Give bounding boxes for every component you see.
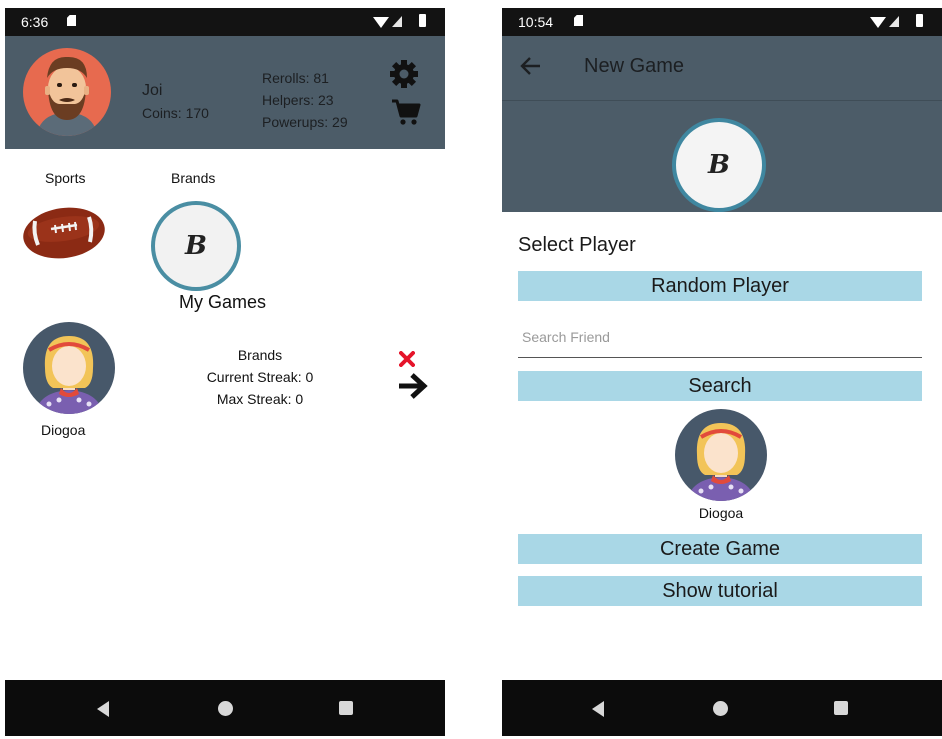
wifi-icon — [870, 17, 886, 28]
category-label-brands: Brands — [171, 170, 216, 186]
game-info: Brands Current Streak: 0 Max Streak: 0 — [175, 344, 345, 410]
back-nav-icon[interactable] — [592, 701, 604, 717]
arrow-right-icon[interactable] — [397, 372, 429, 405]
profile-header: Joi Coins: 170 Rerolls: 81 Helpers: 23 P… — [5, 36, 445, 149]
player-name: Joi — [142, 82, 163, 99]
status-time: 6:36 — [21, 14, 49, 30]
powerups-count: Powerups: 29 — [262, 114, 348, 130]
bearded-man-icon — [37, 56, 97, 136]
wifi-icon — [373, 17, 389, 28]
coins-count: Coins: 170 — [142, 105, 209, 121]
brands-badge-letter: B — [185, 231, 207, 261]
brands-badge[interactable]: B — [151, 201, 241, 291]
delete-game-icon[interactable] — [399, 351, 415, 372]
game-category: Brands — [237, 347, 283, 363]
status-time: 10:54 — [518, 14, 554, 30]
category-label-sports: Sports — [45, 170, 86, 186]
status-bar: 10:54 — [502, 8, 942, 36]
screen-title: New Game — [584, 55, 685, 77]
signal-icon — [889, 16, 899, 27]
home-screen: 6:36 Joi Coins: 170 Rerolls: 81 Helpers:… — [5, 8, 445, 736]
user-avatar[interactable] — [23, 48, 111, 136]
category-badge: B — [672, 118, 766, 212]
navigation-bar — [5, 680, 445, 736]
status-bar: 6:36 — [5, 8, 445, 36]
woman-avatar-icon — [675, 409, 767, 501]
sd-card-icon — [67, 15, 76, 26]
create-game-button[interactable]: Create Game — [518, 534, 922, 564]
category-badge-letter: B — [708, 150, 730, 180]
sd-card-icon — [574, 15, 583, 26]
random-player-button[interactable]: Random Player — [518, 271, 922, 301]
max-streak: Max Streak: 0 — [216, 391, 304, 407]
signal-icon — [392, 16, 402, 27]
gear-icon[interactable] — [389, 59, 419, 94]
opponent-avatar[interactable] — [23, 322, 115, 419]
home-nav-icon[interactable] — [218, 701, 233, 716]
opponent-name: Diogoa — [41, 422, 86, 438]
navigation-bar — [502, 680, 942, 736]
player-avatar[interactable] — [675, 409, 767, 506]
woman-avatar-icon — [23, 322, 115, 414]
my-games-title: My Games — [179, 292, 267, 312]
search-button[interactable]: Search — [518, 371, 922, 401]
new-game-screen: 10:54 New Game B Select Player Random Pl… — [502, 8, 942, 736]
cart-icon[interactable] — [391, 98, 421, 131]
player-name-label: Diogoa — [698, 505, 744, 521]
current-streak: Current Streak: 0 — [206, 369, 314, 385]
football-icon[interactable] — [21, 204, 107, 267]
rerolls-count: Rerolls: 81 — [262, 70, 329, 86]
battery-icon — [916, 14, 923, 27]
search-friend-input[interactable] — [518, 316, 922, 358]
select-player-label: Select Player — [518, 234, 636, 256]
recents-nav-icon[interactable] — [339, 701, 353, 715]
show-tutorial-button[interactable]: Show tutorial — [518, 576, 922, 606]
app-bar-divider — [502, 100, 942, 101]
battery-icon — [419, 14, 426, 27]
app-bar: New Game B — [502, 36, 942, 212]
home-nav-icon[interactable] — [713, 701, 728, 716]
back-arrow-icon[interactable] — [520, 56, 542, 81]
recents-nav-icon[interactable] — [834, 701, 848, 715]
helpers-count: Helpers: 23 — [262, 92, 334, 108]
back-nav-icon[interactable] — [97, 701, 109, 717]
